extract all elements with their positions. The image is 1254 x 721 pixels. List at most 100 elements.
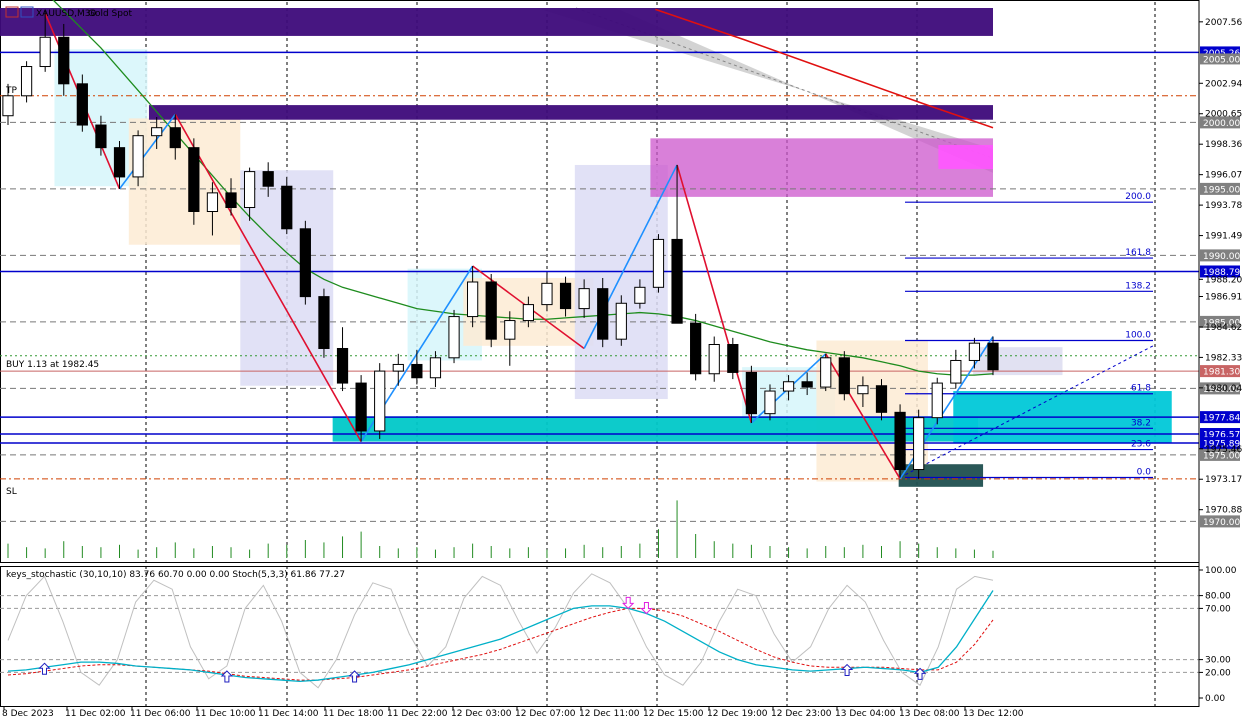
candle-body[interactable] [243,171,256,209]
candle-body[interactable] [485,281,497,340]
candle-body[interactable] [857,385,869,395]
candle-body[interactable] [634,286,646,304]
candle-body[interactable] [76,83,88,126]
candle-body[interactable] [336,347,349,384]
candle-body[interactable] [95,124,107,149]
candle-body[interactable] [299,228,311,298]
candle-body[interactable] [151,127,163,137]
candle-body[interactable] [671,238,683,324]
candle-body[interactable] [188,147,200,212]
candle-body[interactable] [262,171,274,187]
time-axis-label: 12 Dec 19:00 [707,709,768,719]
candle-body[interactable] [429,357,442,379]
fibo-level-label: 100.0 [1125,331,1151,341]
candle-body[interactable] [39,36,51,68]
candle-body[interactable] [987,342,999,371]
price-axis-label: 2007.56 [1205,18,1242,28]
buy-order-label: BUY 1.13 at 1982.45 [6,360,99,370]
candle-body[interactable] [225,192,237,209]
candle-body[interactable] [764,390,776,415]
candle-body[interactable] [782,381,795,392]
price-axis-label: 1975.46 [1205,445,1242,455]
price-axis-label: 1988.20 [1205,275,1242,285]
price-axis-label: 1980.04 [1205,384,1242,394]
candle-body[interactable] [448,316,460,359]
candle-body[interactable] [467,281,479,318]
candle-body[interactable] [597,288,609,340]
candle-body[interactable] [690,322,702,375]
oscillator-label: keys_stochastic (30,10,10) 83.76 60.70 0… [6,570,345,580]
price-axis-label: 1996.07 [1205,171,1242,181]
trading-chart[interactable]: 200.0 161.8 138.2 100.0 61.8 38.2 23.6 0.0 2005… [0,0,1254,721]
resistance-zone-top [0,8,993,36]
price-axis-label: 1998.36 [1205,140,1242,150]
fibo-level-label: 161.8 [1125,248,1151,258]
candle-body[interactable] [652,238,665,288]
time-axis-label: 12 Dec 11:00 [579,709,640,719]
time-axis-label: 12 Dec 03:00 [451,709,512,719]
sl-zone [898,464,984,487]
candle-body[interactable] [132,135,144,178]
candle-body[interactable] [318,296,330,349]
stoch-axis-label: 0.00 [1205,694,1225,704]
candle-body[interactable] [950,359,962,384]
candle-body[interactable] [708,344,720,375]
fibo-level-label: 138.2 [1125,281,1151,291]
candle-body[interactable] [745,371,758,415]
time-axis-label: 11 Dec 02:00 [65,709,126,719]
candle-body[interactable] [374,370,386,432]
time-axis-label: 12 Dec 07:00 [515,709,576,719]
candle-body[interactable] [2,95,14,117]
candle-body[interactable] [727,344,739,373]
price-axis-label: 1984.62 [1205,323,1242,333]
price-axis-label: 1982.33 [1205,353,1242,363]
candle-body[interactable] [392,363,404,372]
candle-body[interactable] [875,385,888,413]
candle-body[interactable] [801,381,813,388]
price-level-tag-text: 2000.00 [1203,119,1240,129]
fibo-level-label: 0.0 [1137,468,1152,478]
candle-body[interactable] [169,127,181,149]
candle-body[interactable] [411,363,423,379]
resistance-zone-mid [148,105,993,120]
supply-zone-magenta [938,144,993,169]
candle-body[interactable] [355,382,367,432]
fibo-level-label: 61.8 [1131,384,1151,394]
candle-body[interactable] [559,282,572,310]
candle-body[interactable] [281,185,293,230]
candle-body[interactable] [58,36,70,85]
price-level-tag-text: 1990.00 [1203,252,1240,262]
time-axis-label: 11 Dec 14:00 [258,709,319,719]
sl-label: SL [6,487,17,497]
candle-body[interactable] [20,66,33,97]
time-axis-label: 11 Dec 06:00 [130,709,191,719]
candle-body[interactable] [838,357,850,395]
candle-body[interactable] [894,411,906,471]
candle-body[interactable] [820,357,832,388]
candle-body[interactable] [615,302,627,340]
time-axis-label: 11 Dec 22:00 [387,709,448,719]
time-axis-label: 12 Dec 23:00 [771,709,832,719]
candle-body[interactable] [931,382,943,419]
price-level-tag-text: 1981.30 [1203,368,1240,378]
candle-body[interactable] [913,417,925,471]
time-axis-label: 13 Dec 04:00 [835,709,896,719]
price-level-tag-text: 1977.84 [1203,414,1240,424]
candle-body[interactable] [522,304,534,322]
candle-body[interactable] [206,192,219,212]
price-axis-label: 1973.17 [1205,475,1242,485]
stoch-axis-label: 20.00 [1205,668,1231,678]
fibo-level-label: 38.2 [1131,418,1151,428]
candle-body[interactable] [968,342,981,361]
time-axis-label: 13 Dec 08:00 [899,709,960,719]
candle-body[interactable] [578,288,590,310]
price-axis-label: 1986.91 [1205,292,1242,302]
candle-body[interactable] [113,147,126,178]
price-level-tag-text: 2005.00 [1203,55,1240,65]
candle-body[interactable] [504,320,516,340]
candle-body[interactable] [541,282,553,306]
stoch-axis-label: 30.00 [1205,656,1231,666]
time-axis-label: 8 Dec 2023 [2,709,54,719]
session-range-box [128,118,241,245]
time-axis-label: 11 Dec 18:00 [323,709,384,719]
